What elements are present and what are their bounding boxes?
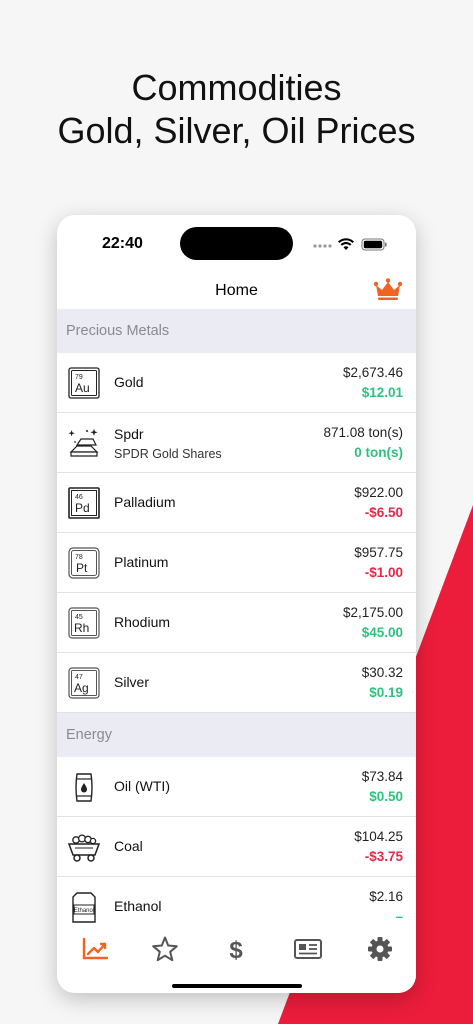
status-icons: [313, 238, 387, 251]
svg-text:79: 79: [75, 374, 83, 381]
oil-barrel-icon: [75, 773, 93, 802]
item-name: Platinum: [114, 554, 169, 570]
item-price: $957.75: [354, 545, 403, 560]
item-price: $30.32: [361, 665, 403, 680]
status-time: 22:40: [102, 235, 143, 252]
chart-icon[interactable]: [77, 935, 113, 963]
svg-text:Pd: Pd: [75, 501, 90, 515]
item-name: Rhodium: [114, 614, 171, 630]
dollar-icon[interactable]: $: [218, 935, 254, 963]
item-subtitle: SPDR Gold Shares: [114, 447, 222, 461]
item-name: Silver: [114, 674, 150, 690]
item-change: $0.19: [369, 685, 403, 700]
item-change: 0 ton(s): [354, 445, 403, 460]
list-item-platinum[interactable]: 78 Pt Platinum $957.75 -$1.00: [57, 533, 416, 593]
svg-text:Ethanol: Ethanol: [74, 908, 94, 914]
item-change: $0.50: [369, 789, 403, 804]
status-bar: 22:40: [57, 215, 416, 273]
commodity-list[interactable]: Precious Metals 79 Au Gold $2,673.46 $12…: [57, 309, 416, 925]
phone-screen: 22:40 Home Precious Metals 79 Au Gold $2…: [57, 215, 416, 993]
item-change: $45.00: [361, 625, 403, 640]
gear-icon[interactable]: [362, 935, 398, 963]
svg-text:Au: Au: [75, 381, 90, 395]
item-name: Spdr: [114, 426, 144, 442]
element-tile-icon: 47 Ag: [68, 667, 100, 699]
list-item-palladium[interactable]: 46 Pd Palladium $922.00 -$6.50: [57, 473, 416, 533]
element-tile-icon: 46 Pd: [68, 487, 100, 519]
item-change: -$1.00: [364, 565, 403, 580]
element-tile-icon: 45 Rh: [68, 607, 100, 639]
gold-bars-icon: [68, 428, 99, 457]
headline-line-1: Commodities: [131, 67, 342, 108]
item-price: $2.16: [369, 889, 403, 904]
crown-icon[interactable]: [373, 277, 403, 301]
item-name: Coal: [114, 838, 143, 854]
coal-cart-icon: [67, 834, 101, 862]
page-title: Home: [215, 282, 258, 299]
item-name: Oil (WTI): [114, 778, 170, 794]
tab-bar: $: [57, 925, 416, 993]
section-header-energy: Energy: [57, 713, 416, 757]
wifi-icon: [338, 238, 354, 250]
item-change: –: [395, 909, 403, 924]
item-price: $922.00: [354, 485, 403, 500]
element-tile-icon: 79 Au: [68, 367, 100, 399]
list-item-rhodium[interactable]: 45 Rh Rhodium $2,175.00 $45.00: [57, 593, 416, 653]
navigation-bar: Home: [57, 273, 416, 309]
item-change: -$6.50: [364, 505, 403, 520]
item-change: $12.01: [361, 385, 403, 400]
ethanol-canister-icon: Ethanol: [72, 892, 96, 923]
svg-text:Rh: Rh: [74, 621, 89, 635]
svg-text:Pt: Pt: [76, 561, 88, 575]
item-name: Ethanol: [114, 898, 162, 914]
item-price: $104.25: [354, 829, 403, 844]
section-header-precious-metals: Precious Metals: [57, 309, 416, 353]
news-icon[interactable]: [290, 935, 326, 963]
list-item-oil-wti[interactable]: Oil (WTI) $73.84 $0.50: [57, 757, 416, 817]
element-tile-icon: 78 Pt: [68, 547, 100, 579]
item-name: Gold: [114, 374, 144, 390]
dynamic-island: [180, 227, 293, 260]
item-change: -$3.75: [364, 849, 403, 864]
svg-text:$: $: [229, 937, 243, 963]
battery-icon: [361, 238, 387, 251]
svg-text:45: 45: [75, 614, 83, 621]
list-item-silver[interactable]: 47 Ag Silver $30.32 $0.19: [57, 653, 416, 713]
marketing-headline: Commodities Gold, Silver, Oil Prices: [0, 66, 473, 152]
star-icon[interactable]: [147, 935, 183, 963]
signal-dots-icon: [313, 244, 332, 248]
home-indicator: [172, 984, 302, 988]
item-name: Palladium: [114, 494, 176, 510]
svg-text:47: 47: [75, 674, 83, 681]
list-item-ethanol[interactable]: Ethanol Ethanol $2.16 –: [57, 877, 416, 925]
item-price: 871.08 ton(s): [323, 425, 403, 440]
headline-line-2: Gold, Silver, Oil Prices: [57, 110, 416, 151]
svg-text:Ag: Ag: [74, 681, 89, 695]
list-item-coal[interactable]: Coal $104.25 -$3.75: [57, 817, 416, 877]
item-price: $73.84: [361, 769, 403, 784]
svg-text:78: 78: [75, 554, 83, 561]
list-item-gold[interactable]: 79 Au Gold $2,673.46 $12.01: [57, 353, 416, 413]
list-item-spdr[interactable]: Spdr SPDR Gold Shares 871.08 ton(s) 0 to…: [57, 413, 416, 473]
item-price: $2,175.00: [342, 605, 403, 620]
item-price: $2,673.46: [342, 365, 403, 380]
svg-text:46: 46: [75, 494, 83, 501]
